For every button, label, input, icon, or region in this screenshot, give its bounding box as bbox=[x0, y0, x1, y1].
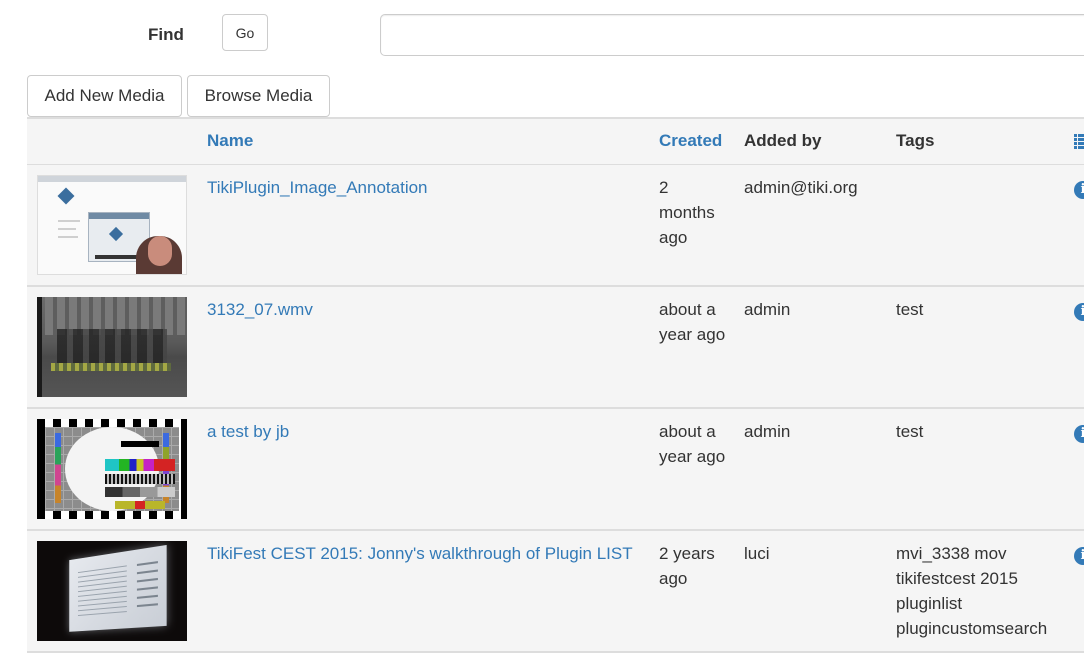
name-cell: TikiPlugin_Image_Annotation bbox=[199, 164, 651, 286]
info-icon[interactable]: i bbox=[1074, 180, 1084, 199]
media-table: Name Created Added by Tags TikiPlugin_Im… bbox=[27, 117, 1084, 653]
actions-cell: i bbox=[1066, 530, 1084, 652]
name-cell: a test by jb bbox=[199, 408, 651, 530]
add-new-media-button[interactable]: Add New Media bbox=[27, 75, 182, 117]
media-name-link[interactable]: TikiFest CEST 2015: Jonny's walkthrough … bbox=[207, 544, 633, 563]
table-row: TikiPlugin_Image_Annotation 2 months ago… bbox=[27, 164, 1084, 286]
table-row: 3132_07.wmv about a year ago admin test … bbox=[27, 285, 1084, 408]
go-button[interactable]: Go bbox=[222, 14, 268, 51]
added-by-cell: luci bbox=[744, 543, 770, 563]
tag: tikifestcest 2015 bbox=[896, 568, 1018, 588]
header-thumbnail bbox=[27, 118, 199, 164]
media-thumbnail[interactable] bbox=[37, 540, 187, 641]
media-name-link[interactable]: 3132_07.wmv bbox=[207, 300, 313, 319]
actions-cell: i bbox=[1066, 408, 1084, 530]
info-icon[interactable]: i bbox=[1074, 424, 1084, 443]
media-thumbnail[interactable] bbox=[37, 296, 187, 397]
name-cell: 3132_07.wmv bbox=[199, 286, 651, 408]
tag: pluginlist bbox=[896, 593, 963, 613]
thumbnail-cell bbox=[27, 530, 199, 652]
header-added-by: Added by bbox=[744, 131, 822, 151]
header-name[interactable]: Name bbox=[199, 118, 651, 164]
tags-cell: mvi_3338 mov tikifestcest 2015 pluginlis… bbox=[888, 530, 1066, 652]
info-icon[interactable]: i bbox=[1074, 302, 1084, 321]
header-created[interactable]: Created bbox=[651, 118, 736, 164]
tag: plugincustomsearch bbox=[896, 618, 1048, 638]
browse-media-button[interactable]: Browse Media bbox=[187, 75, 330, 117]
find-label: Find bbox=[148, 25, 184, 44]
media-thumbnail[interactable] bbox=[37, 174, 187, 275]
tags-cell: test bbox=[888, 286, 1066, 408]
thumbnail-cell bbox=[27, 164, 199, 286]
table-row: TikiFest CEST 2015: Jonny's walkthrough … bbox=[27, 529, 1084, 652]
actions-cell: i bbox=[1066, 164, 1084, 286]
tag: mvi_3338 mov bbox=[896, 543, 1007, 563]
info-icon[interactable]: i bbox=[1074, 546, 1084, 565]
tag: test bbox=[896, 421, 924, 441]
tags-cell: test bbox=[888, 408, 1066, 530]
table-header-row: Name Created Added by Tags bbox=[27, 118, 1084, 164]
tags-cell bbox=[888, 164, 1066, 286]
added-by-cell: admin bbox=[744, 421, 791, 441]
thumbnail-cell bbox=[27, 286, 199, 408]
find-row: Find Go bbox=[0, 0, 1084, 70]
actions-cell: i bbox=[1066, 286, 1084, 408]
name-cell: TikiFest CEST 2015: Jonny's walkthrough … bbox=[199, 530, 651, 652]
header-tags: Tags bbox=[896, 131, 935, 151]
media-name-link[interactable]: TikiPlugin_Image_Annotation bbox=[207, 178, 428, 197]
tag: test bbox=[896, 299, 924, 319]
header-actions bbox=[1066, 118, 1084, 164]
created-cell: about a year ago bbox=[659, 299, 726, 344]
columns-icon[interactable] bbox=[1074, 134, 1084, 150]
created-cell: about a year ago bbox=[659, 421, 726, 466]
media-name-link[interactable]: a test by jb bbox=[207, 422, 289, 441]
created-cell: 2 months ago bbox=[659, 177, 715, 247]
table-row: a test by jb about a year ago admin test… bbox=[27, 407, 1084, 530]
thumbnail-cell bbox=[27, 408, 199, 530]
find-input[interactable] bbox=[380, 14, 1084, 56]
created-cell: 2 years ago bbox=[659, 543, 715, 588]
added-by-cell: admin@tiki.org bbox=[744, 177, 858, 197]
added-by-cell: admin bbox=[744, 299, 791, 319]
media-thumbnail[interactable] bbox=[37, 418, 187, 519]
